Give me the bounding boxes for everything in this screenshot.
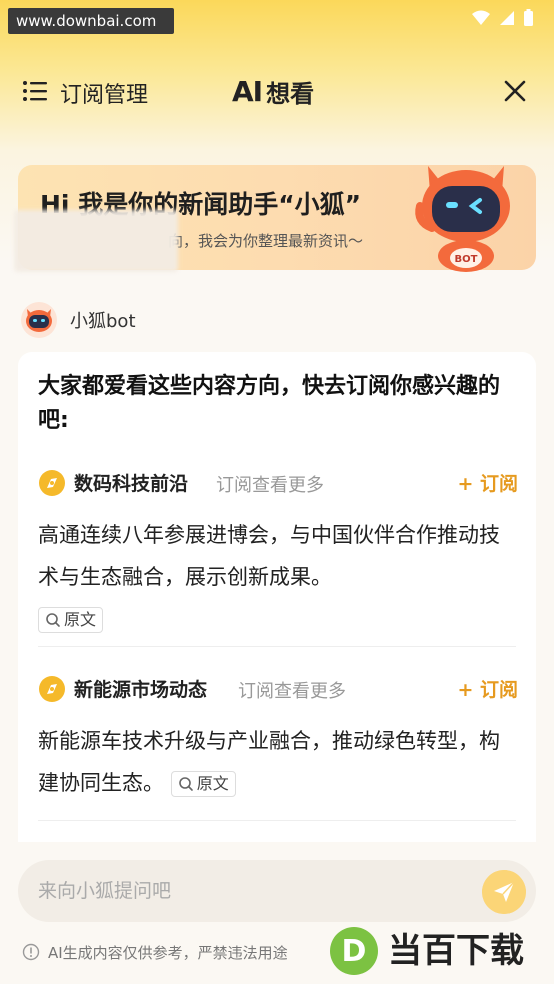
brand-ai: AI [232, 74, 263, 108]
menu-icon[interactable] [22, 78, 48, 104]
topic-icon [39, 676, 65, 702]
card-title: 大家都爱看这些内容方向，快去订阅你感兴趣的吧: [38, 374, 501, 433]
app-logo: AI 想看 [232, 74, 314, 108]
blurred-overlay [14, 210, 178, 272]
topic-more-link[interactable]: 订阅查看更多 [216, 471, 324, 497]
site-watermark: www.downbai.com [8, 8, 174, 34]
signal-icon [500, 11, 514, 25]
subscribe-button[interactable]: + 订阅 [457, 675, 518, 702]
close-icon[interactable] [502, 78, 528, 104]
source-button[interactable]: 原文 [170, 771, 236, 797]
summary-text: 新能源车技术升级与产业融合，推动绿色转型，构建协同生态。 [38, 729, 500, 795]
search-icon [46, 613, 60, 627]
summary-text: 高通连续八年参展进博会，与中国伙伴合作推动技术与生态融合，展示创新成果。 [38, 523, 500, 589]
banner-subtitle: 向，我会为你整理最新资讯～ [168, 232, 364, 250]
ask-input[interactable] [18, 860, 536, 922]
header: 订阅管理 AI 想看 [0, 70, 554, 114]
send-icon[interactable] [482, 870, 526, 914]
info-icon [22, 943, 40, 961]
topic-summary: 新能源车技术升级与产业融合，推动绿色转型，构建协同生态。 原文 [38, 720, 518, 804]
topic-item: 数码科技前沿 订阅查看更多 + 订阅 高通连续八年参展进博会，与中国伙伴合作推动… [38, 466, 518, 640]
logo-letter: D [342, 934, 367, 969]
topic-icon [39, 470, 65, 496]
disclaimer-text: AI生成内容仅供参考，严禁违法用途 [48, 943, 288, 962]
subscription-management-link[interactable]: 订阅管理 [60, 77, 148, 109]
source-label: 原文 [196, 774, 229, 793]
topic-name: 数码科技前沿 [74, 473, 189, 495]
battery-icon [524, 11, 533, 26]
disclaimer: AI生成内容仅供参考，严禁违法用途 [22, 940, 288, 964]
site-logo: D 当百下载 [330, 927, 524, 975]
bot-identity: 小狐bot [20, 300, 136, 340]
status-icons [472, 9, 533, 26]
brand-text: 想看 [266, 79, 315, 108]
search-icon [178, 777, 193, 791]
bot-name: 小狐bot [70, 311, 136, 332]
divider [38, 646, 516, 647]
logo-text: 当百下载 [388, 931, 524, 971]
bot-avatar-icon [21, 302, 57, 338]
topic-summary: 高通连续八年参展进博会，与中国伙伴合作推动技术与生态融合，展示创新成果。 原文 [38, 514, 518, 640]
topic-name: 新能源市场动态 [74, 679, 208, 701]
mascot-badge: BOT [455, 254, 478, 265]
divider [38, 820, 516, 821]
subscribe-button[interactable]: + 订阅 [457, 469, 518, 496]
wifi-icon [472, 10, 490, 25]
source-button[interactable]: 原文 [38, 607, 104, 633]
fox-mascot-icon: BOT [415, 166, 510, 272]
source-label: 原文 [64, 610, 97, 629]
topic-more-link[interactable]: 订阅查看更多 [238, 677, 346, 703]
recommendation-card: 大家都爱看这些内容方向，快去订阅你感兴趣的吧: 数码科技前沿 订阅查看更多 + … [18, 352, 536, 872]
topic-item: 新能源市场动态 订阅查看更多 + 订阅 新能源车技术升级与产业融合，推动绿色转型… [38, 672, 518, 804]
